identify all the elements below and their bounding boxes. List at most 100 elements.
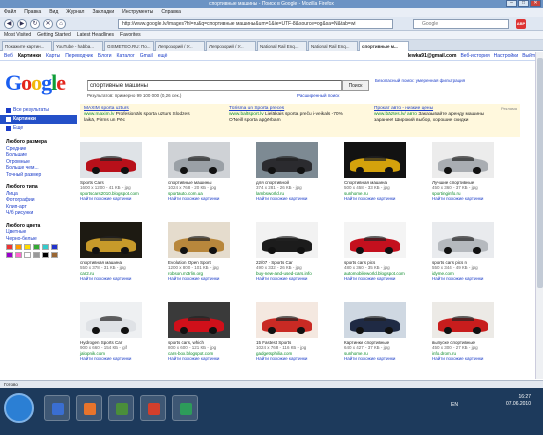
bookmark-item[interactable]: Most Visited	[4, 31, 31, 39]
system-clock[interactable]: 16:27 07.06.2010	[506, 394, 531, 408]
menu-item[interactable]: Справка	[161, 8, 181, 17]
image-thumbnail[interactable]	[80, 222, 142, 258]
menu-item[interactable]: Закладки	[92, 8, 114, 17]
browser-tab[interactable]: National Rail Enq...	[308, 41, 358, 51]
image-result[interactable]: 15 Fastest Sports 1024 x 768 - 116 КБ - j…	[256, 302, 342, 361]
gbar-right-link[interactable]: Веб-история	[460, 52, 489, 61]
image-thumbnail[interactable]	[432, 302, 494, 338]
image-result[interactable]: sports cars pics n 550 x 344 - 49 КБ - jp…	[432, 222, 518, 281]
image-thumbnail[interactable]	[344, 302, 406, 338]
browser-tab[interactable]: спортивные м...	[359, 41, 409, 51]
vertical-scrollbar[interactable]	[535, 52, 543, 379]
browser-tab[interactable]: Лепрозорий / У...	[206, 41, 256, 51]
image-thumbnail[interactable]	[256, 302, 318, 338]
menu-item[interactable]: Вид	[49, 8, 58, 17]
menu-item[interactable]: Инструменты	[122, 8, 153, 17]
image-thumbnail[interactable]	[168, 222, 230, 258]
color-swatch[interactable]	[6, 252, 13, 258]
similar-images-link[interactable]: Найти похожие картинки	[344, 276, 430, 281]
stop-button[interactable]: ✕	[43, 19, 53, 29]
start-button[interactable]	[4, 393, 34, 423]
color-swatch[interactable]	[24, 244, 31, 250]
color-swatch[interactable]	[24, 252, 31, 258]
gbar-link[interactable]: Блоги	[98, 52, 112, 61]
gbar-link[interactable]: Картинки	[18, 52, 41, 61]
ad-url[interactable]: www.baltsport.lv	[229, 112, 264, 117]
search-button[interactable]: Поиск	[342, 80, 369, 91]
ad-url[interactable]: www.bāztes.lv/ авто	[374, 112, 417, 117]
image-thumbnail[interactable]	[256, 222, 318, 258]
browser-search-input[interactable]: Google	[413, 19, 509, 29]
color-swatch[interactable]	[33, 244, 40, 250]
browser-tab[interactable]: GISMETEO.RU: По...	[104, 41, 154, 51]
sidebar-nav-item[interactable]: Еще	[0, 124, 77, 133]
gbar-link[interactable]: Веб	[4, 52, 13, 61]
back-button[interactable]: ◀	[4, 19, 14, 29]
image-result[interactable]: выпуске спортивные 450 x 300 - 27 КБ - jp…	[432, 302, 518, 361]
browser-tab[interactable]: Покажите картин...	[2, 41, 52, 51]
taskbar-app-icon[interactable]	[76, 395, 102, 421]
similar-images-link[interactable]: Найти похожие картинки	[344, 356, 430, 361]
image-thumbnail[interactable]	[344, 222, 406, 258]
gbar-link[interactable]: Переводчик	[65, 52, 93, 61]
image-thumbnail[interactable]	[168, 302, 230, 338]
menu-item[interactable]: Файл	[4, 8, 16, 17]
image-result[interactable]: sports cars, which 800 x 600 - 121 КБ - j…	[168, 302, 254, 361]
google-logo[interactable]: Google	[5, 70, 66, 96]
taskbar-app-icon[interactable]	[108, 395, 134, 421]
ad-item[interactable]: Tūrisma un Sporta preces www.baltsport.lv…	[229, 106, 343, 124]
size-filter-link[interactable]: Точный размер	[0, 172, 77, 179]
color-filter-link[interactable]: Черно-белые	[0, 236, 77, 243]
color-swatch[interactable]	[51, 244, 58, 250]
image-result[interactable]: спортивные машины 1024 x 768 - 20 КБ - jp…	[168, 142, 254, 201]
image-thumbnail[interactable]	[80, 142, 142, 178]
browser-tab[interactable]: National Rail Enq...	[257, 41, 307, 51]
type-filter-link[interactable]: Ч/б рисунки	[0, 210, 77, 217]
color-swatch[interactable]	[33, 252, 40, 258]
gbar-link[interactable]: ещё	[158, 52, 168, 61]
reload-button[interactable]: ↻	[30, 19, 40, 29]
maximize-button[interactable]: □	[518, 0, 529, 7]
image-result[interactable]: для спортивной 374 x 281 - 26 КБ - jpg lam…	[256, 142, 342, 201]
taskbar-app-icon[interactable]	[140, 395, 166, 421]
close-button[interactable]: ✕	[530, 0, 541, 7]
image-result[interactable]: 22/07 · Sports Car 490 x 332 - 26 КБ - jp…	[256, 222, 342, 281]
image-thumbnail[interactable]	[432, 142, 494, 178]
similar-images-link[interactable]: Найти похожие картинки	[344, 196, 430, 201]
forward-button[interactable]: ▶	[17, 19, 27, 29]
similar-images-link[interactable]: Найти похожие картинки	[80, 356, 166, 361]
scrollbar-thumb[interactable]	[537, 58, 543, 288]
sidebar-nav-item[interactable]: Все результаты	[0, 106, 77, 115]
ad-url[interactable]: www.maxim.lv	[84, 112, 114, 117]
bookmark-item[interactable]: Latest Headlines	[77, 31, 114, 39]
browser-tab[interactable]: Лепрозорий / У...	[155, 41, 205, 51]
browser-tab[interactable]: YouTube - habba...	[53, 41, 103, 51]
image-thumbnail[interactable]	[432, 222, 494, 258]
gbar-link[interactable]: Карты	[46, 52, 60, 61]
safe-search-link[interactable]: Безопасный поиск: умеренная фильтрация	[375, 78, 465, 84]
similar-images-link[interactable]: Найти похожие картинки	[432, 276, 518, 281]
gbar-link[interactable]: Gmail	[140, 52, 153, 61]
similar-images-link[interactable]: Найти похожие картинки	[256, 356, 342, 361]
bookmark-item[interactable]: Favorites	[120, 31, 141, 39]
color-swatch[interactable]	[6, 244, 13, 250]
color-swatch[interactable]	[42, 252, 49, 258]
language-indicator[interactable]: EN	[451, 402, 458, 408]
similar-images-link[interactable]: Найти похожие картинки	[168, 196, 254, 201]
similar-images-link[interactable]: Найти похожие картинки	[80, 196, 166, 201]
image-result[interactable]: спортивная машина 550 x 378 - 31 КБ - jpg…	[80, 222, 166, 281]
similar-images-link[interactable]: Найти похожие картинки	[168, 356, 254, 361]
ad-item[interactable]: MAXIM sporta uzturs www.maxim.lv Profesio…	[84, 106, 190, 124]
similar-images-link[interactable]: Найти похожие картинки	[256, 196, 342, 201]
image-result[interactable]: Hydrogen Sports Car 900 x 660 - 154 КБ - …	[80, 302, 166, 361]
color-swatch[interactable]	[15, 244, 22, 250]
similar-images-link[interactable]: Найти похожие картинки	[168, 276, 254, 281]
similar-images-link[interactable]: Найти похожие картинки	[432, 356, 518, 361]
color-swatch[interactable]	[15, 252, 22, 258]
adblock-icon[interactable]: ABP	[516, 19, 526, 29]
ad-item[interactable]: Прокат авто - низкие цены www.bāztes.lv/ …	[374, 106, 484, 124]
advanced-search-link[interactable]: Расширенный поиск	[297, 93, 339, 98]
image-result[interactable]: Лучшие спортивные 450 x 360 - 37 КБ - jpg…	[432, 142, 518, 201]
image-result[interactable]: Картинки спортивные 640 x 427 - 37 КБ - j…	[344, 302, 430, 361]
image-result[interactable]: Спортивная машина 500 x 458 - 33 КБ - jpg…	[344, 142, 430, 201]
